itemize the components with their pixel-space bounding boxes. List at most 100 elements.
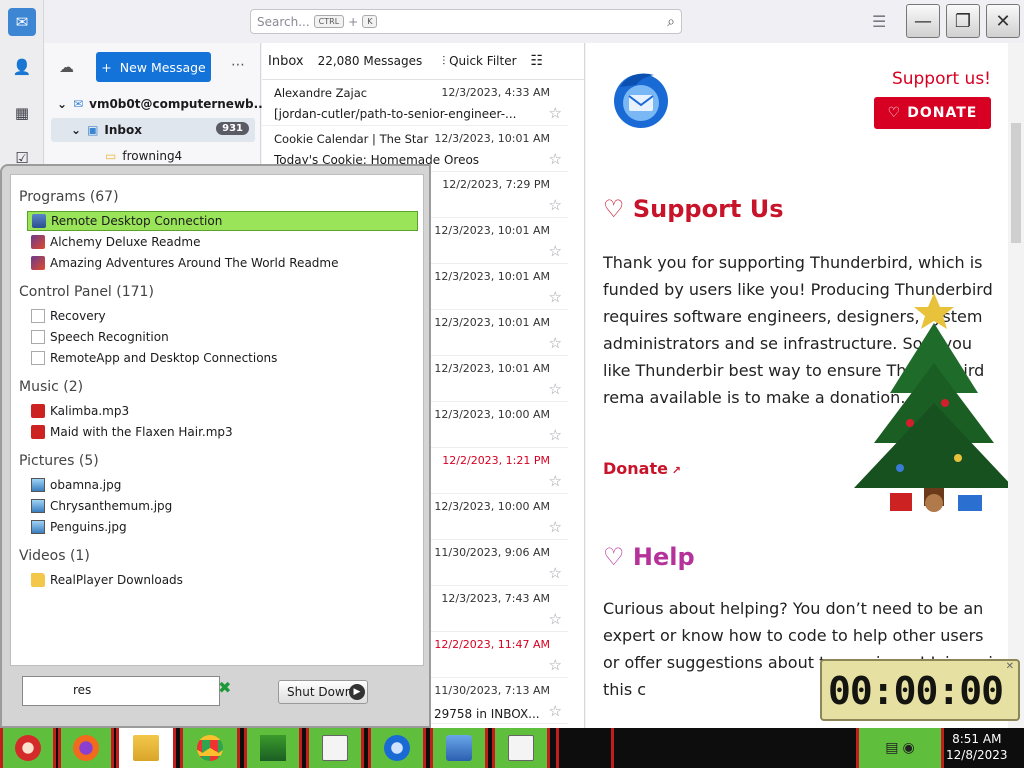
result-group-title[interactable]: Pictures (5) <box>19 453 99 469</box>
document-icon <box>322 735 348 761</box>
chevron-down-icon: ⌄ <box>71 123 82 137</box>
message-scrollbar[interactable] <box>1008 43 1024 728</box>
star-icon[interactable]: ☆ <box>549 564 562 582</box>
star-icon[interactable]: ☆ <box>549 610 562 628</box>
shutdown-button[interactable]: Shut Down ▶ <box>278 680 368 704</box>
plus-icon: + <box>101 59 112 75</box>
message-sender: Alexandre Zajac <box>274 86 368 100</box>
network-icon <box>446 735 472 761</box>
search-result-item[interactable]: Kalimba.mp3 <box>27 401 418 421</box>
star-icon[interactable]: ☆ <box>549 104 562 122</box>
star-icon[interactable]: ☆ <box>549 380 562 398</box>
taskbar-chrome[interactable] <box>180 728 240 768</box>
star-icon[interactable]: ☆ <box>549 288 562 306</box>
star-icon[interactable]: ☆ <box>549 472 562 490</box>
inbox-label: Inbox <box>104 123 142 137</box>
new-message-button[interactable]: + New Message <box>96 52 211 82</box>
support-title: Support Us <box>632 195 784 223</box>
star-icon[interactable]: ☆ <box>549 334 562 352</box>
restore-button[interactable]: ❐ <box>946 4 980 38</box>
result-file-icon <box>31 256 45 270</box>
star-icon[interactable]: ☆ <box>549 196 562 214</box>
donate-button[interactable]: ♡ DONATE <box>874 97 991 129</box>
taskbar-clock[interactable]: 8:51 AM 12/8/2023 <box>946 731 1008 763</box>
result-file-icon <box>31 499 45 513</box>
taskbar-notepad[interactable] <box>306 728 364 768</box>
search-result-item[interactable]: Amazing Adventures Around The World Read… <box>27 253 418 273</box>
chrome-icon <box>197 735 223 761</box>
search-result-item[interactable]: RemoteApp and Desktop Connections <box>27 348 418 368</box>
search-result-item[interactable]: Chrysanthemum.jpg <box>27 496 418 516</box>
taskbar-explorer[interactable] <box>116 728 176 768</box>
search-results: Programs (67) Remote Desktop Connection Al… <box>10 174 424 666</box>
message-count: 22,080 Messages <box>317 54 423 68</box>
star-icon[interactable]: ☆ <box>549 426 562 444</box>
global-search-input[interactable]: Search... CTRL + K ⌕ <box>250 9 682 34</box>
result-label: RealPlayer Downloads <box>50 573 183 587</box>
calendar-icon[interactable]: ▦ <box>8 99 36 127</box>
start-search-input[interactable]: res <box>22 676 220 706</box>
system-tray[interactable]: ▤ ◉ <box>856 728 944 768</box>
star-icon[interactable]: ☆ <box>549 150 562 168</box>
inbox-icon: ▣ <box>87 123 99 137</box>
search-result-item[interactable]: RealPlayer Downloads <box>27 570 418 590</box>
result-file-icon <box>31 309 45 323</box>
help-icon: ♡ <box>603 543 633 571</box>
start-button[interactable] <box>0 728 56 768</box>
result-label: Remote Desktop Connection <box>51 214 223 228</box>
help-heading: ♡ Help <box>603 543 695 571</box>
result-group-title[interactable]: Programs (67) <box>19 189 119 205</box>
taskbar-tree-app[interactable] <box>244 728 302 768</box>
support-us-link[interactable]: Support us! <box>892 69 991 89</box>
folder-inbox[interactable]: ⌄ ▣ Inbox 931 <box>51 118 255 142</box>
search-result-item[interactable]: Alchemy Deluxe Readme <box>27 232 418 252</box>
taskbar-empty-slot[interactable] <box>556 728 614 768</box>
mail-space-icon[interactable]: ✉ <box>8 8 36 36</box>
message-row[interactable]: Alexandre Zajac 12/3/2023, 4:33 AM [jordan… <box>262 80 568 126</box>
taskbar-network[interactable] <box>430 728 488 768</box>
star-icon[interactable]: ☆ <box>549 518 562 536</box>
taskbar-thunderbird[interactable] <box>368 728 426 768</box>
result-group-title[interactable]: Control Panel (171) <box>19 284 154 300</box>
search-icon[interactable]: ⌕ <box>667 14 675 30</box>
folder-icon: ▭ <box>105 149 117 163</box>
volume-tray-icon: ◉ <box>902 740 915 756</box>
donate-link[interactable]: Donate ↗ <box>603 459 681 478</box>
get-messages-icon[interactable]: ☁ <box>59 58 74 76</box>
result-label: Maid with the Flaxen Hair.mp3 <box>50 425 233 439</box>
result-file-icon <box>31 478 45 492</box>
minimize-button[interactable]: — <box>906 4 940 38</box>
result-group-title[interactable]: Music (2) <box>19 379 83 395</box>
quick-filter-button[interactable]: ⫶ Quick Filter <box>442 54 516 69</box>
account-row[interactable]: ⌄ ✉ vm0b0t@computernewb... <box>45 92 267 116</box>
app-menu-icon[interactable]: ☰ <box>872 12 886 31</box>
star-icon[interactable]: ☆ <box>549 242 562 260</box>
star-icon[interactable]: ☆ <box>549 702 562 720</box>
taskbar-firefox[interactable] <box>58 728 114 768</box>
folder-label: frowning4 <box>122 149 183 163</box>
shutdown-arrow-icon[interactable]: ▶ <box>349 684 365 700</box>
display-options-icon[interactable]: ☷ <box>531 53 544 69</box>
message-date: 11/30/2023, 7:13 AM <box>434 684 550 697</box>
result-file-icon <box>31 404 45 418</box>
folder-pane-menu-icon[interactable]: ⋯ <box>231 57 245 73</box>
search-result-item[interactable]: Remote Desktop Connection <box>27 211 418 231</box>
message-date: 12/3/2023, 10:00 AM <box>434 500 550 513</box>
taskbar-notepad-2[interactable] <box>492 728 550 768</box>
christmas-tree-image <box>854 293 1014 512</box>
result-group-title[interactable]: Videos (1) <box>19 548 90 564</box>
close-button[interactable]: ✕ <box>986 4 1020 38</box>
search-result-item[interactable]: Speech Recognition <box>27 327 418 347</box>
scroll-thumb[interactable] <box>1011 123 1021 243</box>
search-result-item[interactable]: Penguins.jpg <box>27 517 418 537</box>
search-result-item[interactable]: Maid with the Flaxen Hair.mp3 <box>27 422 418 442</box>
close-icon[interactable]: ✕ <box>1006 661 1014 672</box>
address-book-icon[interactable]: 👤 <box>8 53 36 81</box>
timer-widget[interactable]: 00:00:00 ✕ <box>820 659 1020 721</box>
search-result-item[interactable]: Recovery <box>27 306 418 326</box>
message-sender: Cookie Calendar | The Star <box>274 132 429 146</box>
clear-search-icon[interactable]: ✖ <box>218 678 231 697</box>
search-result-item[interactable]: obamna.jpg <box>27 475 418 495</box>
star-icon[interactable]: ☆ <box>549 656 562 674</box>
thread-folder-title: Inbox <box>268 53 304 69</box>
